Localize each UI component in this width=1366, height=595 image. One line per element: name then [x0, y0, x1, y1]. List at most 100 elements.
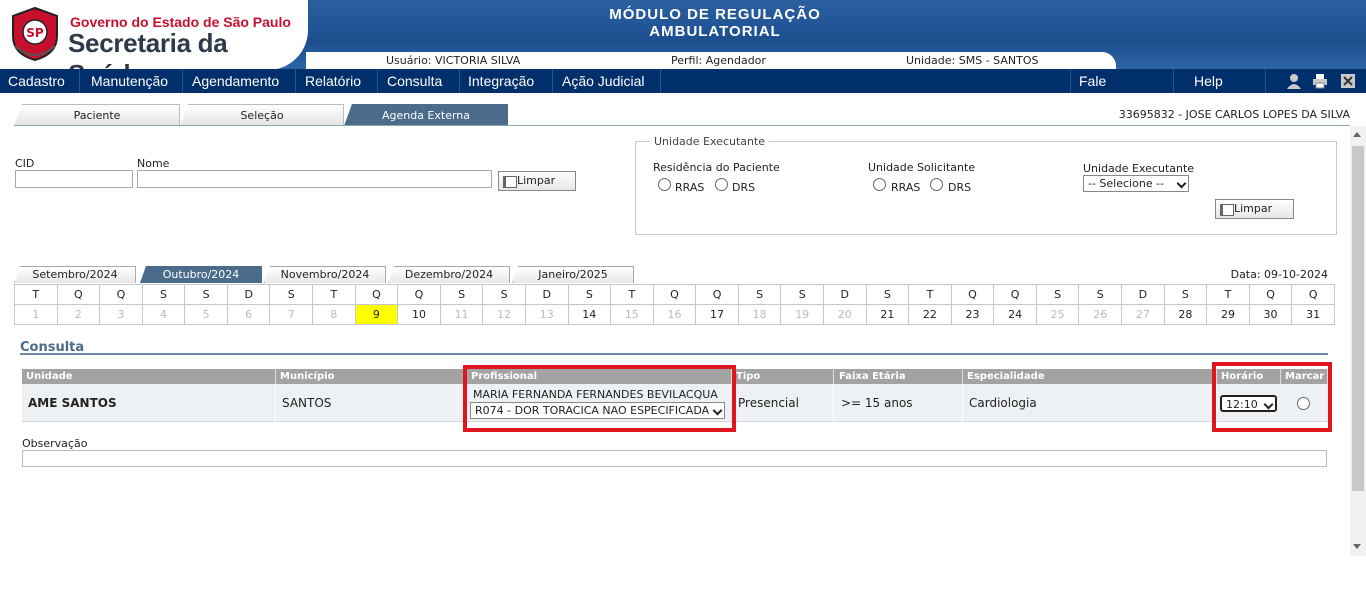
user-unit: Unidade: SMS - SANTOS	[906, 54, 1039, 67]
solicitante-label: Unidade Solicitante	[868, 161, 976, 174]
cid-label: CID	[15, 157, 35, 170]
menu-cadastro[interactable]: Cadastro	[0, 69, 80, 93]
limpar-button[interactable]: Limpar	[498, 171, 576, 191]
calendar-weekday: S	[1035, 284, 1080, 305]
month-tab-outubro[interactable]: Outubro/2024	[140, 266, 262, 283]
calendar-day: 18	[737, 304, 782, 325]
cell-unidade: AME SANTOS	[22, 384, 276, 422]
calendar-day[interactable]: 21	[865, 304, 910, 325]
month-tab-setembro[interactable]: Setembro/2024	[14, 266, 136, 283]
nome-input[interactable]	[137, 170, 492, 188]
tabs-divider	[14, 125, 1350, 126]
patient-name: 33695832 - JOSE CARLOS LOPES DA SILVA	[1118, 108, 1350, 121]
observacao-input[interactable]	[22, 450, 1327, 467]
solicitante-drs-radio[interactable]	[930, 178, 943, 191]
residencia-drs-label: DRS	[732, 181, 756, 194]
consulta-title: Consulta	[20, 340, 85, 352]
cid-input[interactable]	[15, 170, 133, 188]
calendar-day: 20	[822, 304, 867, 325]
observacao-label: Observação	[22, 437, 88, 450]
residencia-rras-radio[interactable]	[658, 178, 671, 191]
residencia-rras-label: RRAS	[675, 181, 705, 194]
seal-text: SP	[26, 26, 44, 40]
user-info-bar: Usuário: VICTORIA SILVA Perfil: Agendado…	[306, 52, 1116, 70]
menu-help-desk[interactable]: Help Desk	[1186, 69, 1266, 113]
tab-paciente[interactable]: Paciente	[14, 104, 180, 126]
unidade-executante-legend: Unidade Executante	[650, 135, 770, 148]
header-municipio: Município	[276, 369, 466, 384]
header-especialidade: Especialidade	[963, 369, 1217, 384]
calendar-day: 15	[610, 304, 654, 325]
calendar-day[interactable]: 28	[1163, 304, 1208, 325]
residencia-drs-radio[interactable]	[715, 178, 728, 191]
calendar-weekday: S	[1078, 284, 1123, 305]
printer-icon[interactable]	[1312, 73, 1328, 89]
calendar-day[interactable]: 10	[397, 304, 441, 325]
header: SP Governo do Estado de São Paulo Secret…	[0, 0, 1366, 89]
highlight-profissional	[463, 365, 736, 432]
app-root: SP Governo do Estado de São Paulo Secret…	[0, 0, 1366, 595]
month-tab-janeiro[interactable]: Janeiro/2025	[512, 266, 634, 283]
calendar-weekday: S	[780, 284, 824, 305]
menu-fale-conosco[interactable]: Fale Conosco	[1070, 69, 1174, 113]
calendar-weekday: Q	[1248, 284, 1293, 305]
calendar-day: 4	[141, 304, 186, 325]
calendar-day[interactable]: 22	[908, 304, 952, 325]
logo-area: SP Governo do Estado de São Paulo Secret…	[0, 0, 308, 89]
tab-selecao[interactable]: Seleção	[180, 104, 344, 126]
unidade-limpar-button[interactable]: Limpar	[1215, 199, 1294, 219]
consulta-divider	[20, 353, 1328, 355]
calendar-weekday: T	[610, 284, 654, 305]
calendar-day[interactable]: 30	[1248, 304, 1293, 325]
calendar-day[interactable]: 23	[950, 304, 995, 325]
cell-tipo-atendimento: Presencial	[732, 384, 834, 422]
user-icon[interactable]	[1286, 73, 1302, 89]
menu-agendamento[interactable]: Agendamento	[184, 69, 296, 93]
tab-agenda-externa[interactable]: Agenda Externa	[344, 104, 508, 126]
calendar-day: 25	[1035, 304, 1080, 325]
calendar-day[interactable]: 14	[567, 304, 612, 325]
executante-select[interactable]: -- Selecione --	[1083, 175, 1189, 192]
menu-consulta[interactable]: Consulta	[379, 69, 460, 93]
calendar-day: 2	[56, 304, 101, 325]
calendar-day: 6	[226, 304, 271, 325]
month-tab-dezembro[interactable]: Dezembro/2024	[388, 266, 510, 283]
scrollbar-thumb[interactable]	[1352, 146, 1364, 491]
calendar-weekday: S	[865, 284, 910, 305]
calendar-weekday: S	[141, 284, 186, 305]
calendar-weekday: T	[908, 284, 952, 305]
sp-seal-icon: SP	[12, 6, 58, 62]
executante-select-value: -- Selecione --	[1088, 177, 1165, 190]
calendar-day[interactable]: 31	[1291, 304, 1335, 325]
solicitante-rras-radio[interactable]	[873, 178, 886, 191]
calendar-day: 3	[99, 304, 143, 325]
calendar-day[interactable]: 17	[695, 304, 739, 325]
calendar-weekday: Q	[993, 284, 1037, 305]
calendar-weekday: S	[567, 284, 612, 305]
calendar-day: 1	[14, 304, 58, 325]
scroll-up-icon[interactable]	[1353, 132, 1361, 137]
user-name: Usuário: VICTORIA SILVA	[386, 54, 521, 67]
menu-manutencao[interactable]: Manutenção	[83, 69, 183, 93]
header-unidade: Unidade	[22, 369, 276, 384]
calendar-weekday: Q	[56, 284, 101, 305]
calendar-weekday: T	[312, 284, 356, 305]
main-menu: Cadastro Manutenção Agendamento Relatóri…	[0, 69, 1366, 113]
user-profile: Perfil: Agendador	[671, 54, 766, 67]
scroll-down-icon[interactable]	[1353, 544, 1361, 549]
close-icon[interactable]	[1340, 73, 1356, 89]
cell-faixa-etaria: >= 15 anos	[835, 384, 963, 422]
month-tab-novembro[interactable]: Novembro/2024	[264, 266, 386, 283]
calendar-weekday: Q	[695, 284, 739, 305]
selected-date: Data: 09-10-2024	[1230, 268, 1328, 281]
menu-integracao[interactable]: Integração	[460, 69, 553, 93]
menu-acao-judicial[interactable]: Ação Judicial	[554, 69, 661, 93]
calendar-day: 5	[184, 304, 228, 325]
calendar-day: 8	[312, 304, 356, 325]
calendar-day[interactable]: 24	[993, 304, 1037, 325]
calendar-day[interactable]: 29	[1206, 304, 1250, 325]
menu-relatorio[interactable]: Relatório	[297, 69, 378, 93]
chevron-down-icon	[1176, 178, 1187, 189]
calendar-day[interactable]: 9	[354, 304, 399, 325]
calendar-weekday: S	[184, 284, 228, 305]
